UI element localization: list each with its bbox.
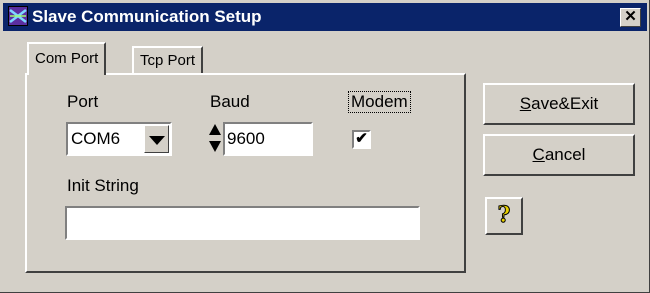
app-logo-icon (8, 6, 28, 26)
save-exit-label: ave&Exit (531, 94, 599, 113)
help-icon: ? (497, 202, 511, 229)
tab-tcp-port[interactable]: Tcp Port (132, 46, 204, 73)
dialog-window: Slave Communication Setup ✕ Com Port Tcp… (0, 0, 650, 293)
cancel-mnemonic: C (532, 145, 545, 164)
tab-com-port[interactable]: Com Port (27, 42, 107, 75)
close-icon: ✕ (624, 8, 637, 25)
cancel-label: ancel (544, 145, 586, 164)
window-title: Slave Communication Setup (32, 7, 262, 26)
cancel-button[interactable]: Cancel (483, 134, 635, 176)
help-button[interactable]: ? (485, 197, 523, 235)
save-exit-button[interactable]: Save&Exit (483, 83, 635, 125)
com-port-panel (25, 73, 466, 273)
save-exit-mnemonic: S (519, 94, 532, 113)
title-bar[interactable]: Slave Communication Setup ✕ (3, 3, 647, 31)
tab-tcp-port-label: Tcp Port (140, 52, 196, 69)
close-button[interactable]: ✕ (620, 8, 641, 27)
tab-com-port-label: Com Port (35, 50, 99, 67)
